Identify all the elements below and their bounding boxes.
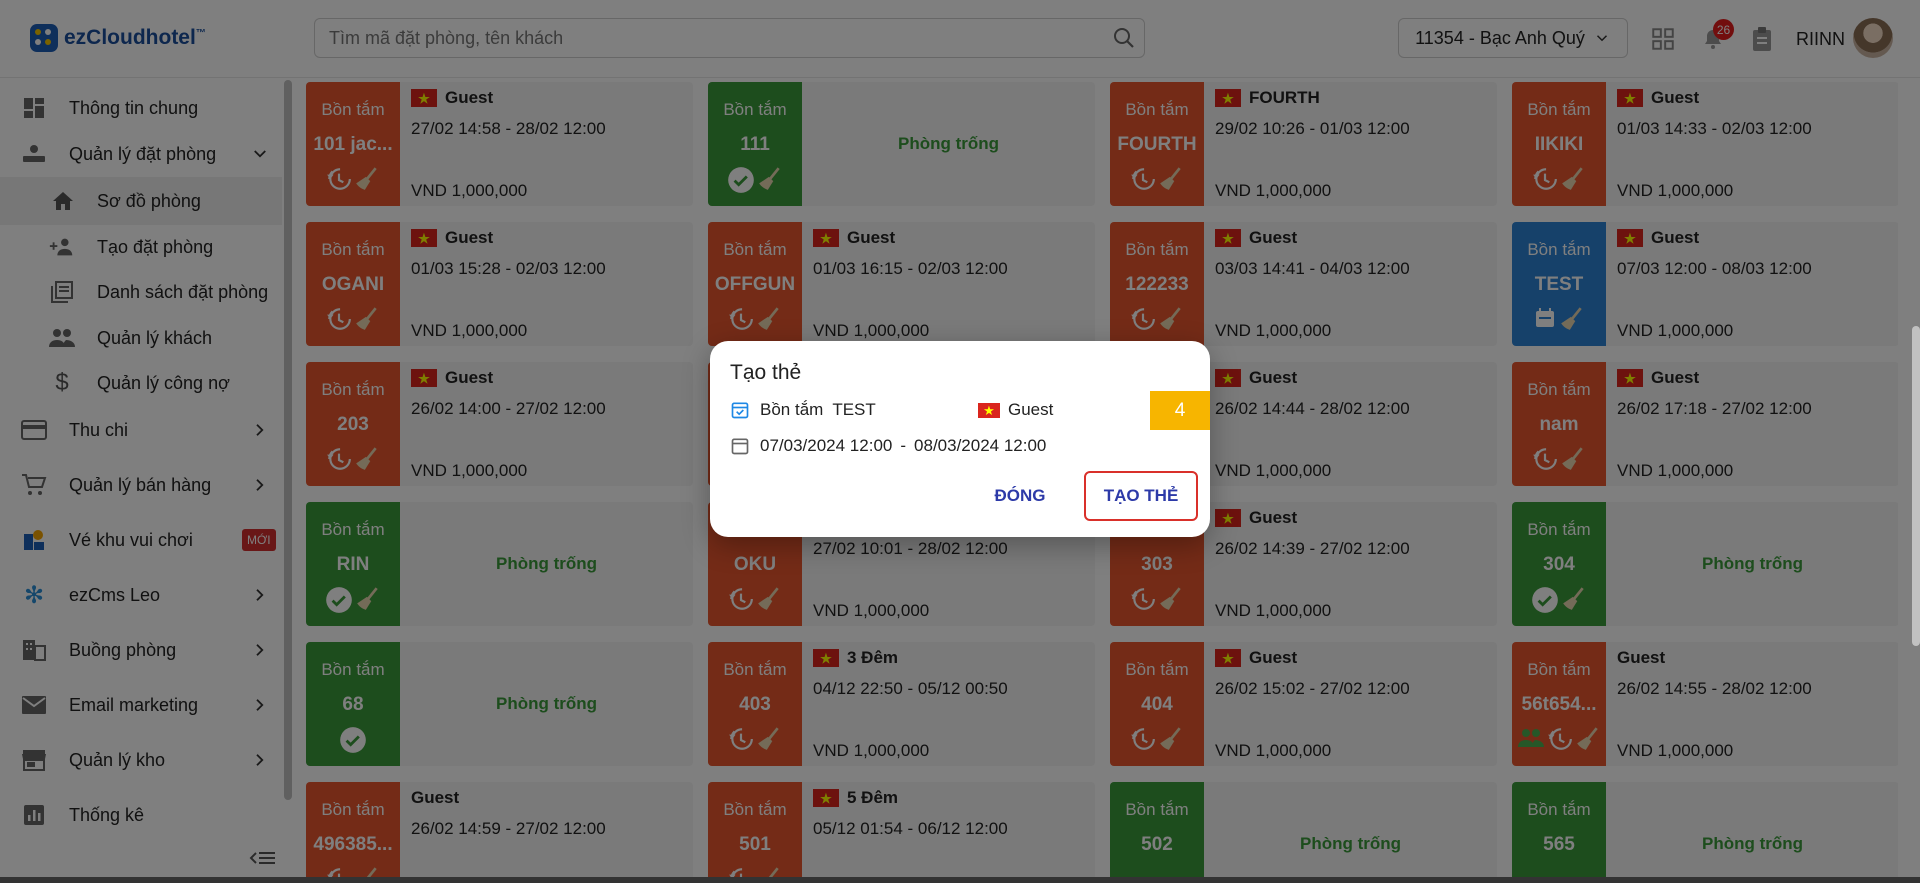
page-scrollbar[interactable] xyxy=(1912,326,1920,646)
dialog-check-in: 07/03/2024 12:00 xyxy=(760,436,893,455)
dialog-guest-row: Guest xyxy=(978,400,1053,420)
create-card-button[interactable]: TẠO THẺ xyxy=(1084,471,1198,521)
vietnam-flag-icon xyxy=(978,402,1000,418)
dialog-room-name: TEST xyxy=(832,400,876,419)
calendar-check-icon xyxy=(731,402,749,419)
create-card-dialog: Tạo thẻ Bồn tắm TEST Guest 07/03/2024 12… xyxy=(710,341,1210,537)
dialog-date-row: 07/03/2024 12:00 - 08/03/2024 12:00 xyxy=(730,436,1046,456)
bottom-edge xyxy=(0,877,1920,883)
dialog-title: Tạo thẻ xyxy=(730,361,802,384)
dialog-date-separator: - xyxy=(900,436,907,455)
close-button[interactable]: ĐÓNG xyxy=(977,471,1063,521)
dialog-guest-name: Guest xyxy=(1008,400,1054,419)
step-marker: 4 xyxy=(1150,391,1210,430)
dialog-room-row: Bồn tắm TEST xyxy=(730,400,876,420)
calendar-icon xyxy=(731,438,749,455)
dialog-check-out: 08/03/2024 12:00 xyxy=(914,436,1047,455)
dialog-room-type: Bồn tắm xyxy=(760,400,824,419)
